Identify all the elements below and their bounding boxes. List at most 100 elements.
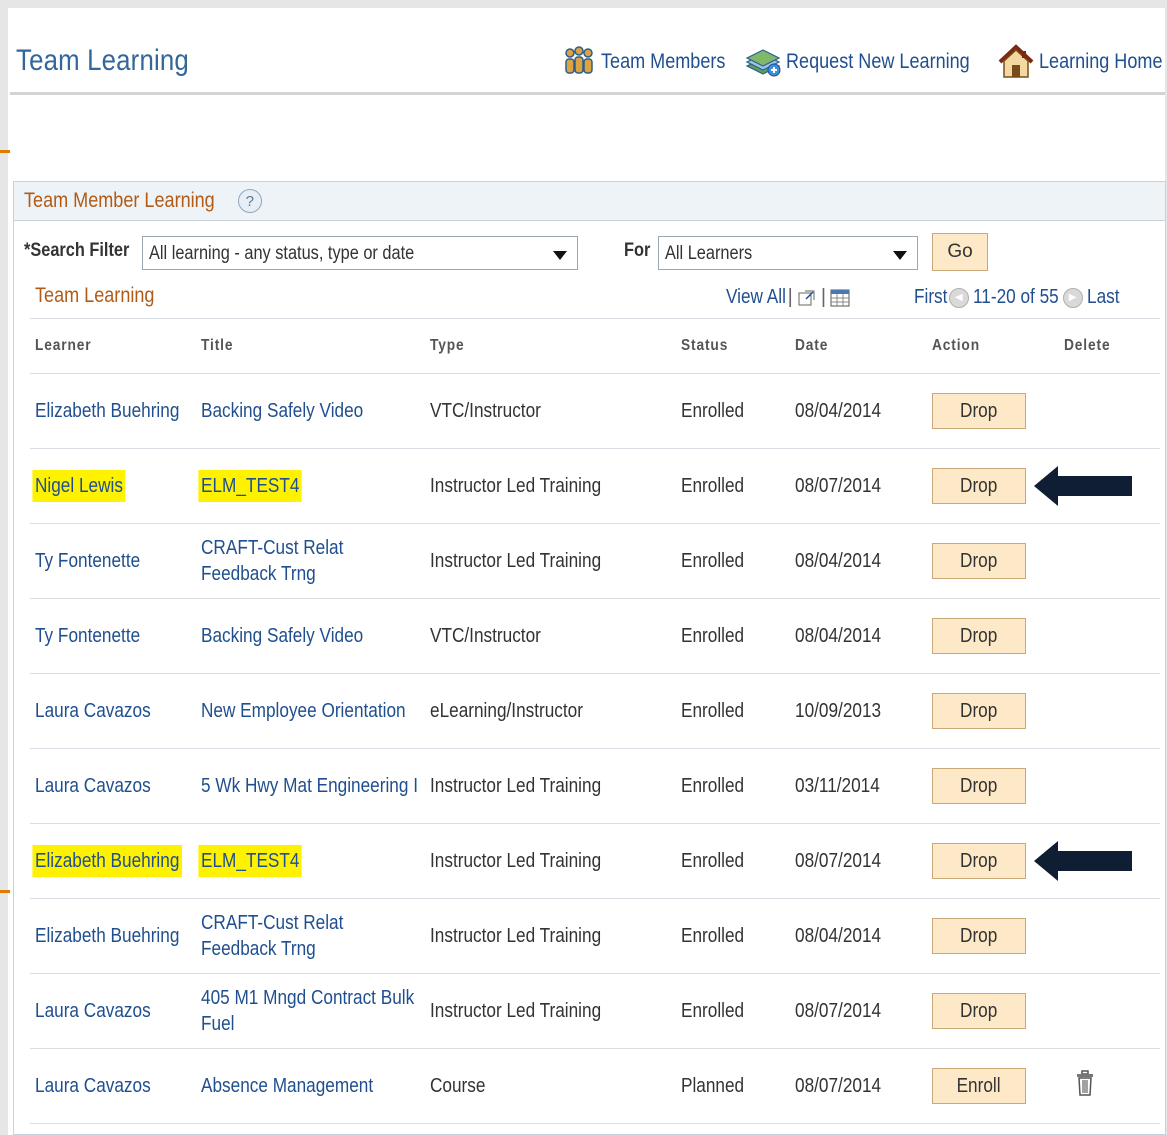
drop-button[interactable]: Drop (932, 918, 1026, 954)
drop-button[interactable]: Drop (932, 468, 1026, 504)
course-title-line[interactable]: Fuel (201, 1011, 234, 1037)
drop-button[interactable]: Drop (932, 993, 1026, 1029)
dropdown-arrow-icon (893, 251, 907, 260)
last-page-link[interactable]: Last (1087, 286, 1120, 309)
column-header-title: Title (196, 319, 425, 374)
date-cell: 03/11/2014 (790, 748, 927, 824)
help-icon[interactable]: ? (237, 189, 262, 213)
column-header-learner: Learner (30, 319, 196, 374)
learner-link[interactable]: Elizabeth Buehring (35, 398, 179, 424)
title-cell: Backing Safely Video (196, 598, 425, 674)
course-title-line[interactable]: ELM_TEST4 (201, 473, 300, 499)
action-cell: Drop (927, 373, 1059, 449)
learning-home-label: Learning Home (1039, 50, 1163, 73)
course-title-line[interactable]: 405 M1 Mngd Contract Bulk (201, 985, 414, 1011)
date-text: 08/07/2014 (795, 475, 882, 497)
action-button-label: Drop (960, 475, 998, 497)
drop-button[interactable]: Drop (932, 618, 1026, 654)
status-text: Enrolled (681, 850, 745, 872)
course-title-line[interactable]: CRAFT-Cust Relat (201, 535, 343, 561)
download-grid-icon[interactable] (830, 288, 850, 308)
course-title-line[interactable]: Absence Management (201, 1073, 373, 1099)
table-row: Elizabeth Buehring CRAFT-Cust Relat Feedba… (30, 898, 1160, 974)
search-filter-select[interactable]: All learning - any status, type or date (142, 236, 578, 270)
status-text: Enrolled (681, 1000, 745, 1022)
date-text: 08/07/2014 (795, 850, 882, 872)
type-cell: Course (425, 1048, 676, 1124)
table-row: Ty Fontenette Backing Safely Video VTC/Ins… (30, 598, 1160, 674)
grid-body: Elizabeth Buehring Backing Safely Video VT… (30, 373, 1160, 1124)
learner-link[interactable]: Laura Cavazos (35, 698, 151, 724)
previous-page-icon[interactable]: ◀ (948, 287, 969, 308)
learner-link[interactable]: Nigel Lewis (35, 473, 123, 499)
title-cell: ELM_TEST4 (196, 448, 425, 524)
type-cell: Instructor Led Training (425, 898, 676, 974)
course-title-line[interactable]: New Employee Orientation (201, 698, 406, 724)
panel-header: Team Member Learning ? (14, 182, 1165, 221)
delete-cell (1059, 673, 1160, 749)
learner-cell: Laura Cavazos (30, 748, 196, 824)
search-filter-value: All learning - any status, type or date (149, 243, 415, 264)
status-text: Enrolled (681, 400, 745, 422)
title-cell: New Employee Orientation (196, 673, 425, 749)
learner-link[interactable]: Laura Cavazos (35, 773, 151, 799)
request-new-learning-link[interactable]: Request New Learning (744, 44, 984, 80)
learners-select[interactable]: All Learners (658, 236, 918, 270)
learner-link[interactable]: Elizabeth Buehring (35, 923, 179, 949)
go-button-label: Go (947, 241, 973, 262)
learner-cell: Elizabeth Buehring (30, 373, 196, 449)
action-button-label: Drop (960, 400, 998, 422)
delete-cell (1059, 973, 1160, 1049)
header-links: Team Members Request New Learning Learni… (547, 40, 1167, 84)
course-title-line[interactable]: Feedback Trng (201, 936, 316, 962)
course-title-line[interactable]: ELM_TEST4 (201, 848, 300, 874)
drop-button[interactable]: Drop (932, 843, 1026, 879)
grid-column-headers: Learner Title Type Status Date Action De… (30, 319, 1160, 374)
type-cell: eLearning/Instructor (425, 673, 676, 749)
table-row: Ty Fontenette CRAFT-Cust Relat Feedback Tr… (30, 523, 1160, 599)
course-title-line[interactable]: Backing Safely Video (201, 398, 363, 424)
learner-link[interactable]: Elizabeth Buehring (35, 848, 180, 874)
first-page-link[interactable]: First (914, 286, 947, 309)
next-page-icon[interactable]: ▶ (1062, 287, 1083, 308)
status-text: Enrolled (681, 775, 745, 797)
course-title-line[interactable]: CRAFT-Cust Relat (201, 910, 343, 936)
new-window-icon[interactable] (797, 288, 817, 308)
type-cell: Instructor Led Training (425, 973, 676, 1049)
drop-button[interactable]: Drop (932, 693, 1026, 729)
team-member-learning-panel: Team Member Learning ? *Search Filter Al… (13, 181, 1166, 1135)
drop-button[interactable]: Drop (932, 543, 1026, 579)
type-text: eLearning/Instructor (430, 700, 583, 722)
window-left-border (0, 0, 8, 1135)
learner-link[interactable]: Laura Cavazos (35, 1073, 151, 1099)
status-cell: Enrolled (676, 673, 790, 749)
course-title-line[interactable]: 5 Wk Hwy Mat Engineering I (201, 773, 418, 799)
action-cell: Enroll (927, 1048, 1059, 1124)
grid-title: Team Learning (35, 284, 155, 307)
learner-link[interactable]: Laura Cavazos (35, 998, 151, 1024)
date-text: 03/11/2014 (795, 775, 880, 797)
learner-link[interactable]: Ty Fontenette (35, 623, 140, 649)
learner-cell: Nigel Lewis (30, 448, 196, 524)
learner-link[interactable]: Ty Fontenette (35, 548, 140, 574)
team-members-link[interactable]: Team Members (561, 44, 730, 80)
enroll-button[interactable]: Enroll (932, 1068, 1026, 1104)
learner-cell: Elizabeth Buehring (30, 823, 196, 899)
go-button[interactable]: Go (932, 233, 988, 271)
course-title-line[interactable]: Backing Safely Video (201, 623, 363, 649)
date-text: 08/04/2014 (795, 400, 882, 422)
drop-button[interactable]: Drop (932, 393, 1026, 429)
team-learning-grid: Learner Title Type Status Date Action De… (30, 319, 1160, 1124)
title-cell: 405 M1 Mngd Contract Bulk Fuel (196, 973, 425, 1049)
trash-icon[interactable] (1076, 1069, 1094, 1096)
drop-button[interactable]: Drop (932, 768, 1026, 804)
action-cell: Drop (927, 973, 1059, 1049)
delete-cell (1059, 1048, 1160, 1124)
course-title-line[interactable]: Feedback Trng (201, 561, 316, 587)
learners-select-value: All Learners (665, 243, 753, 264)
status-cell: Enrolled (676, 973, 790, 1049)
view-all-link[interactable]: View All (726, 286, 786, 309)
status-cell: Enrolled (676, 598, 790, 674)
table-row: Nigel Lewis ELM_TEST4 Instructor Led Train… (30, 448, 1160, 524)
learning-home-link[interactable]: Learning Home (997, 43, 1167, 81)
